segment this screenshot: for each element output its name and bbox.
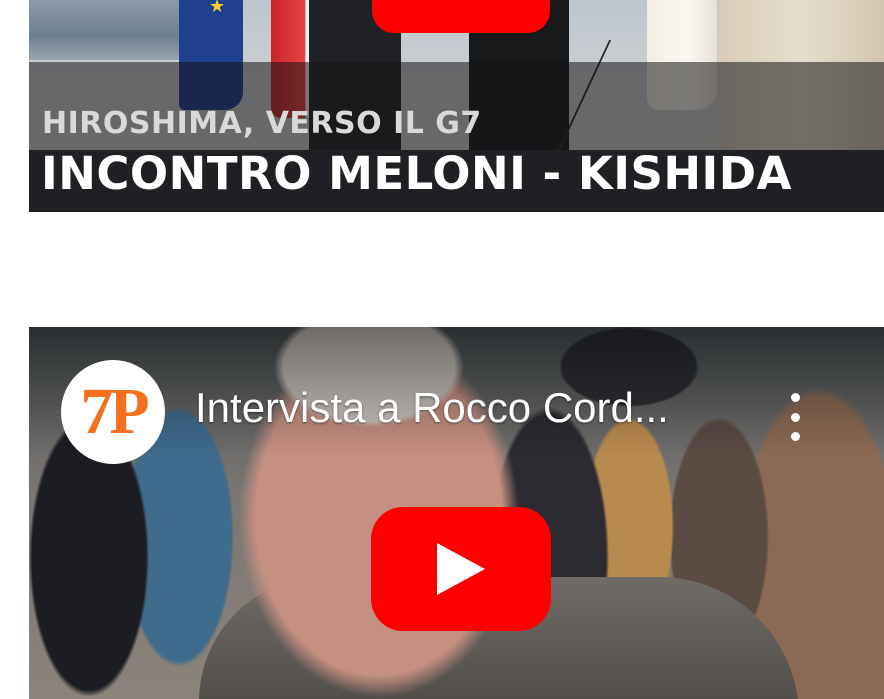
youtube-play-button[interactable] xyxy=(371,507,551,631)
youtube-play-icon xyxy=(437,543,485,595)
channel-logo-text: 7P xyxy=(80,375,149,448)
video-embed-incontro-meloni-kishida[interactable]: ★ HIROSHIMA, VERSO IL G7 INCONTRO MELONI… xyxy=(29,0,884,212)
more-vert-icon[interactable] xyxy=(779,389,811,445)
background-cityscape xyxy=(29,0,189,60)
video-title[interactable]: Intervista a Rocco Cord... xyxy=(195,384,755,432)
channel-logo[interactable]: 7P xyxy=(61,360,165,464)
video-kicker: HIROSHIMA, VERSO IL G7 xyxy=(42,106,482,141)
youtube-play-button[interactable] xyxy=(372,0,550,33)
video-title: INCONTRO MELONI - KISHIDA xyxy=(41,147,792,200)
video-embed-intervista-rocco[interactable]: 7P Intervista a Rocco Cord... xyxy=(29,327,884,699)
